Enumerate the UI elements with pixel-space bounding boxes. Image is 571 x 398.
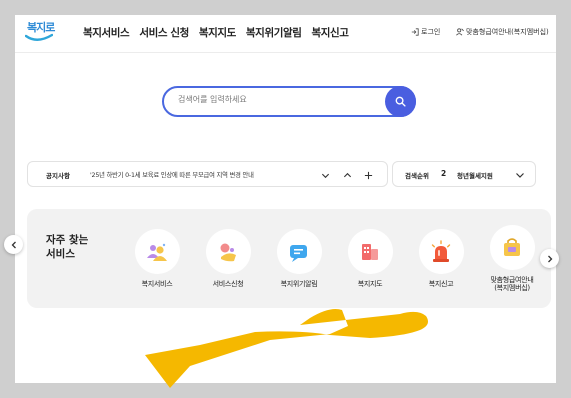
chevron-down-icon	[321, 173, 329, 178]
rank-label: 검색순위	[405, 172, 429, 180]
header: 복지로 복지서비스 서비스 신청 복지지도 복지위기알림 복지신고 로그인 맞춤…	[15, 15, 556, 53]
carousel-next-button[interactable]	[540, 249, 559, 268]
search-box	[162, 86, 416, 117]
apply-icon	[220, 243, 236, 261]
message-icon	[290, 244, 307, 262]
quick-item-label: 복지위기알림	[280, 280, 318, 288]
quick-item-circle	[489, 225, 535, 270]
logo[interactable]: 복지로	[25, 19, 55, 45]
quick-item-welfare-map[interactable]: 복지지도	[338, 229, 402, 288]
nav-item-crisis-alert[interactable]: 복지위기알림	[246, 25, 302, 40]
quick-item-welfare-service[interactable]: 복지서비스	[125, 229, 189, 288]
plus-icon	[364, 171, 372, 179]
chevron-up-icon	[343, 172, 351, 177]
rank-number: 2	[441, 169, 447, 178]
quick-item-label: 서비스신청	[212, 280, 244, 288]
quick-item-membership[interactable]: 맞춤형급여안내 (복지멤버십)	[480, 225, 544, 292]
people-icon	[147, 243, 167, 261]
person-icon	[456, 28, 464, 36]
login-icon	[411, 28, 419, 36]
notice-label: 공지사항	[46, 172, 70, 180]
quick-item-label: 복지지도	[357, 280, 383, 288]
quick-item-circle	[134, 229, 180, 274]
search-rank[interactable]: 검색순위 2 청년월세지원	[392, 161, 536, 187]
map-icon	[362, 243, 378, 260]
notice-bar: 공지사항 '25년 하반기 0-1세 보육료 인상에 따른 부모급여 지역 변경…	[27, 161, 388, 187]
notice-prev-button[interactable]	[340, 168, 354, 182]
quick-item-circle	[347, 229, 393, 274]
carousel-prev-button[interactable]	[4, 235, 23, 254]
quick-item-label: 복지서비스	[141, 280, 173, 288]
quick-item-label: 복지신고	[428, 280, 454, 288]
quick-menu-title: 자주 찾는 서비스	[46, 234, 89, 260]
custom-benefit-link[interactable]: 맞춤형급여안내(복지멤버십)	[456, 27, 549, 37]
chevron-right-icon	[547, 255, 552, 262]
search-icon	[395, 96, 406, 107]
rank-term: 청년월세지원	[457, 172, 493, 180]
quick-item-circle	[205, 229, 251, 274]
chevron-down-icon	[516, 173, 524, 178]
quick-item-label: 맞춤형급여안내 (복지멤버십)	[490, 276, 534, 292]
notice-more-button[interactable]	[361, 168, 375, 182]
membership-icon	[504, 237, 520, 256]
notice-expand-button[interactable]	[318, 168, 332, 182]
siren-icon	[431, 239, 451, 262]
main-nav: 복지서비스 서비스 신청 복지지도 복지위기알림 복지신고	[83, 25, 349, 40]
quick-menu: 자주 찾는 서비스 복지서비스 서비스신청 복지위기알림 복지지도 복지신고 맞…	[27, 209, 551, 308]
nav-item-welfare-service[interactable]: 복지서비스	[83, 25, 130, 40]
nav-item-welfare-map[interactable]: 복지지도	[199, 25, 236, 40]
page: 복지로 복지서비스 서비스 신청 복지지도 복지위기알림 복지신고 로그인 맞춤…	[15, 15, 556, 383]
login-label: 로그인	[421, 28, 441, 36]
quick-item-welfare-report[interactable]: 복지신고	[409, 229, 473, 288]
login-link[interactable]: 로그인	[411, 27, 440, 37]
nav-item-service-apply[interactable]: 서비스 신청	[139, 25, 189, 40]
chevron-left-icon	[11, 241, 16, 248]
custom-benefit-label: 맞춤형급여안내(복지멤버십)	[466, 28, 549, 36]
quick-item-service-apply[interactable]: 서비스신청	[196, 229, 260, 288]
quick-item-crisis-alert[interactable]: 복지위기알림	[267, 229, 331, 288]
nav-item-welfare-report[interactable]: 복지신고	[311, 25, 348, 40]
search-button[interactable]	[385, 86, 416, 117]
quick-item-circle	[276, 229, 322, 274]
quick-item-circle	[418, 229, 464, 274]
search-input[interactable]	[178, 95, 378, 104]
logo-curve-icon	[25, 33, 53, 41]
notice-text[interactable]: '25년 하반기 0-1세 보육료 인상에 따른 부모급여 지역 변경 안내	[90, 170, 254, 179]
